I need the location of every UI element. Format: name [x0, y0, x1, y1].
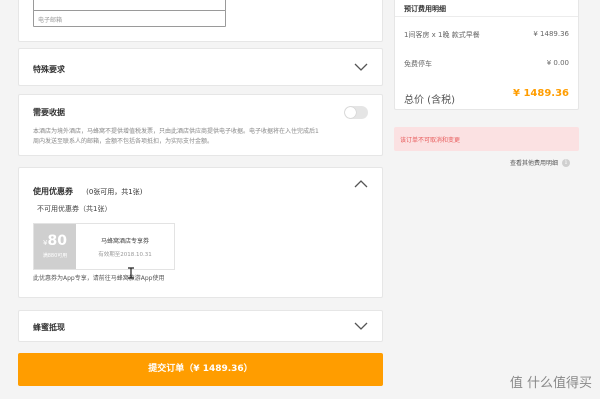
site-watermark: 值 什么值得买 — [510, 372, 592, 391]
chevron-up-icon[interactable] — [354, 180, 368, 188]
coupon-title: 使用优惠券 — [33, 187, 73, 196]
receipt-title: 需要收据 — [33, 108, 65, 117]
receipt-toggle[interactable] — [344, 106, 368, 119]
honey-deduction-title: 蜂蜜抵现 — [33, 323, 65, 332]
coupon-header[interactable]: 使用优惠券 (0张可用，共1张) — [33, 179, 142, 198]
receipt-note-line-2: 周内发送至联系人的邮箱，金额不包括各项抵扣，为实际支付金额。 — [33, 138, 214, 145]
room-price-row: 1间客房 x 1晚 款式早餐 ¥ 1489.36 — [404, 30, 569, 40]
contact-card: 电子邮箱 — [18, 0, 383, 42]
text-cursor-icon — [128, 267, 134, 279]
coupon-section: 使用优惠券 (0张可用，共1张) 不可用优惠券（共1张） ¥80 满880可用 … — [18, 167, 383, 298]
receipt-note-line-1: 本酒店为境外酒店，马蜂窝不提供增值税发票，只由此酒店供应商提供电子收据。电子收据… — [33, 128, 319, 135]
summary-header: 预订费用明细 — [395, 0, 578, 17]
parking-label: 免费停车 — [404, 60, 432, 68]
room-price: ¥ 1489.36 — [533, 30, 569, 38]
coupon-note: 此优惠券为App专享，请前往马蜂窝旅游App使用 — [33, 275, 165, 282]
coupon-amount: 80 — [47, 233, 67, 249]
coupon-value-block: ¥80 满880可用 — [34, 224, 76, 269]
coupon-ticket: ¥80 满880可用 马蜂窝酒店专享券 有效期至2018.10.31 — [33, 223, 175, 270]
coupon-count: (0张可用，共1张) — [86, 188, 143, 196]
price-summary-panel: 预订费用明细 1间客房 x 1晚 款式早餐 ¥ 1489.36 免费停车 ¥ 0… — [394, 0, 579, 110]
total-label: 总价 (含税) — [404, 95, 455, 106]
chevron-down-icon[interactable] — [354, 63, 368, 71]
watermark-text: 值 什么值得买 — [509, 376, 592, 391]
parking-row: 免费停车 ¥ 0.00 — [404, 59, 569, 69]
email-placeholder: 电子邮箱 — [38, 17, 63, 24]
unavailable-coupons-label: 不可用优惠券（共1张） — [37, 205, 112, 213]
coupon-expiry: 有效期至2018.10.31 — [98, 252, 152, 258]
chevron-down-icon[interactable] — [354, 322, 368, 330]
see-other-fees-text: 查看其他费用明细 — [510, 160, 559, 167]
non-refundable-alert: 该订单不可取消和变更 — [394, 127, 579, 151]
total-price: ¥ 1489.36 — [513, 88, 569, 99]
alert-text: 该订单不可取消和变更 — [400, 137, 461, 144]
submit-order-button[interactable]: 提交订单（¥ 1489.36） — [18, 353, 383, 386]
coupon-name: 马蜂窝酒店专享券 — [100, 238, 149, 245]
receipt-section: 需要收据 本酒店为境外酒店，马蜂窝不提供增值税发票，只由此酒店供应商提供电子收据… — [18, 94, 383, 156]
total-row: 总价 (含税) ¥ 1489.36 — [404, 88, 569, 107]
info-icon[interactable]: i — [562, 158, 571, 167]
room-label: 1间客房 x 1晚 款式早餐 — [404, 31, 480, 39]
special-requests-section[interactable]: 特殊要求 — [18, 48, 383, 86]
coupon-condition: 满880可用 — [42, 253, 68, 259]
see-other-fees-link[interactable]: 查看其他费用明细 i — [510, 158, 571, 167]
special-requests-title: 特殊要求 — [33, 65, 65, 74]
summary-header-title: 预订费用明细 — [404, 5, 446, 13]
honey-deduction-section[interactable]: 蜂蜜抵现 — [18, 310, 383, 342]
parking-price: ¥ 0.00 — [546, 59, 569, 67]
email-field[interactable]: 电子邮箱 — [33, 10, 226, 27]
receipt-note: 本酒店为境外酒店，马蜂窝不提供增值税发票，只由此酒店供应商提供电子收据。电子收据… — [33, 127, 373, 147]
